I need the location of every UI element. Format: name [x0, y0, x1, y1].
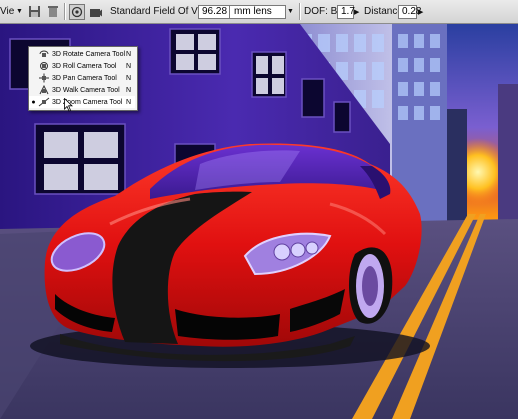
- view-menu-label: View...: [0, 6, 14, 17]
- menu-item-walk-camera[interactable]: 3D Walk Camera Tool N: [29, 84, 135, 96]
- camera-tool-menu: 3D Rotate Camera Tool N 3D Roll Camera T…: [28, 46, 138, 111]
- menu-item-label: 3D Roll Camera Tool: [52, 62, 117, 70]
- dof-blur-input[interactable]: 1.7: [337, 4, 355, 19]
- dof-blur-dropdown[interactable]: ▶: [354, 0, 359, 23]
- camera-icon: [88, 4, 104, 20]
- pan-camera-icon: [38, 73, 52, 83]
- lens-unit-label: mm lens: [234, 5, 272, 17]
- menu-item-label: 3D Pan Camera Tool: [52, 74, 117, 82]
- orthographic-toggle-button[interactable]: [69, 0, 85, 23]
- lens-unit-select[interactable]: mm lens: [229, 4, 286, 19]
- menu-item-label: 3D Rotate Camera Tool: [52, 50, 126, 58]
- chevron-down-icon: ▼: [16, 8, 23, 15]
- roll-camera-icon: [38, 61, 52, 71]
- rotate-camera-icon: [38, 49, 52, 59]
- save-view-button[interactable]: [26, 0, 42, 23]
- mouse-pointer-icon: [64, 98, 73, 112]
- selected-bullet-icon: ●: [31, 98, 36, 106]
- menu-item-zoom-camera[interactable]: ● 3D Zoom Camera Tool N: [29, 96, 135, 108]
- chevron-right-icon: ▶: [418, 8, 424, 16]
- walk-camera-icon: [38, 85, 52, 95]
- menu-item-shortcut: N: [126, 74, 132, 82]
- menu-item-shortcut: N: [126, 62, 132, 70]
- zoom-camera-icon: [38, 97, 52, 107]
- menu-item-shortcut: N: [126, 86, 132, 94]
- menu-item-roll-camera[interactable]: 3D Roll Camera Tool N: [29, 60, 135, 72]
- distance-dropdown[interactable]: ▶: [418, 0, 423, 23]
- view-menu[interactable]: View... ▼: [0, 0, 23, 23]
- camera-perspective-icon: [69, 3, 85, 20]
- menu-item-rotate-camera[interactable]: 3D Rotate Camera Tool N: [29, 48, 135, 60]
- menu-item-shortcut: N: [126, 50, 132, 58]
- menu-item-pan-camera[interactable]: 3D Pan Camera Tool N: [29, 72, 135, 84]
- chevron-right-icon: ▶: [354, 8, 360, 16]
- menu-item-shortcut: N: [126, 98, 132, 106]
- camera-grid-button[interactable]: [88, 0, 104, 23]
- menu-item-label: 3D Walk Camera Tool: [52, 86, 120, 94]
- trash-icon: [45, 4, 61, 20]
- delete-view-button[interactable]: [45, 0, 61, 23]
- save-icon: [26, 4, 42, 20]
- distance-input[interactable]: 0.28: [398, 4, 421, 19]
- options-bar: View... ▼ Standard Field Of View: 96.28 …: [0, 0, 518, 24]
- chevron-down-icon: ▼: [287, 8, 294, 15]
- lens-unit-dropdown[interactable]: ▼: [287, 0, 294, 23]
